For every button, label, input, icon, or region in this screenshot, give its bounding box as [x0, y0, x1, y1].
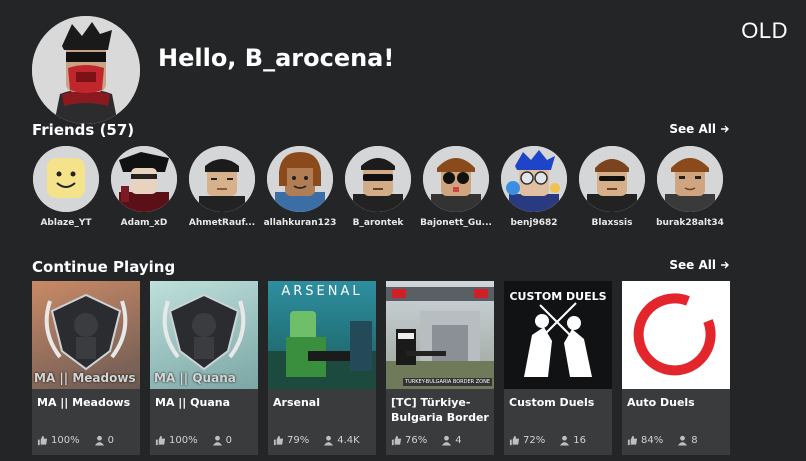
friends-list: Ablaze_YT Adam_xD AhmetRauf... allahkura… [32, 146, 724, 228]
game-stats: 79% 4.4K [268, 429, 376, 446]
arrow-right-icon [720, 260, 730, 270]
game-thumbnail[interactable]: CUSTOM DUELS [504, 281, 612, 389]
game-thumbnail-text: ARSENAL [281, 284, 363, 299]
game-rating: 100% [51, 435, 80, 446]
game-thumbnail[interactable]: MA || Meadows [32, 281, 140, 389]
game-title: [TC] Türkiye-Bulgaria Border [391, 396, 489, 424]
thumbs-up-icon [273, 435, 284, 446]
game-card[interactable]: MA || Meadows MA || Meadows 100% 0 [32, 281, 140, 455]
friend-item[interactable]: Adam_xD [110, 146, 178, 228]
game-thumbnail-text: MA || Meadows [34, 371, 136, 385]
game-stats: 84% 8 [622, 429, 730, 446]
friends-see-all-link[interactable]: See All [669, 122, 730, 136]
game-card[interactable]: MA || Quana MA || Quana 100% 0 [150, 281, 258, 455]
arrow-right-icon [720, 124, 730, 134]
game-rating: 76% [405, 435, 428, 446]
game-stats: 76% 4 [386, 429, 494, 446]
friend-avatar[interactable] [189, 146, 255, 212]
thumbs-up-icon [509, 435, 520, 446]
friend-name: Blaxssis [591, 218, 633, 228]
friend-name: benj9682 [510, 218, 558, 228]
player-icon [212, 435, 223, 446]
friend-item[interactable]: benj9682 [500, 146, 568, 228]
friend-item[interactable]: Ablaze_YT [32, 146, 100, 228]
friend-item[interactable]: Blaxssis [578, 146, 646, 228]
friend-name: Adam_xD [120, 218, 168, 228]
friend-item[interactable]: AhmetRauf... [188, 146, 256, 228]
friend-avatar[interactable] [501, 146, 567, 212]
game-title: Custom Duels [509, 396, 595, 409]
continue-playing-see-all-label: See All [669, 258, 716, 272]
continue-playing-see-all-link[interactable]: See All [669, 258, 730, 272]
friend-item[interactable]: allahkuran123 [264, 146, 336, 228]
game-card[interactable]: CUSTOM DUELS Custom Duels 72% 16 [504, 281, 612, 455]
player-icon [441, 435, 452, 446]
game-rating: 79% [287, 435, 310, 446]
game-player-count: 8 [691, 435, 698, 446]
game-player-count: 16 [573, 435, 586, 446]
thumbs-up-icon [37, 435, 48, 446]
friend-avatar[interactable] [111, 146, 177, 212]
game-thumbnail-text: TURKEY-BULGARIA BORDER ZONE [403, 378, 492, 386]
friend-name: Bajonett_Gu... [420, 218, 492, 228]
friend-item[interactable]: Bajonett_Gu... [420, 146, 492, 228]
friend-avatar[interactable] [267, 146, 333, 212]
thumbs-up-icon [627, 435, 638, 446]
game-thumbnail[interactable]: TURKEY-BULGARIA BORDER ZONE [386, 281, 494, 389]
player-icon [677, 435, 688, 446]
game-player-count: 4.4K [337, 435, 360, 446]
game-card[interactable]: ARSENAL Arsenal 79% 4.4K [268, 281, 376, 455]
game-rating: 72% [523, 435, 546, 446]
friend-item[interactable]: B_arontek [344, 146, 412, 228]
game-player-count: 0 [225, 435, 232, 446]
game-player-count: 0 [107, 435, 114, 446]
friend-name: burak28alt34 [656, 218, 724, 228]
friends-see-all-label: See All [669, 122, 716, 136]
friend-name: B_arontek [352, 218, 404, 228]
game-thumbnail[interactable] [622, 281, 730, 389]
game-rating: 84% [641, 435, 664, 446]
continue-playing-title: Continue Playing [32, 258, 176, 276]
game-stats: 100% 0 [32, 429, 140, 446]
player-icon [94, 435, 105, 446]
profile-avatar[interactable] [32, 16, 140, 124]
game-player-count: 4 [455, 435, 462, 446]
game-thumbnail[interactable]: ARSENAL [268, 281, 376, 389]
game-title: MA || Quana [155, 396, 231, 409]
game-title: Arsenal [273, 396, 320, 409]
player-icon [559, 435, 570, 446]
game-title: Auto Duels [627, 396, 695, 409]
friend-avatar[interactable] [33, 146, 99, 212]
games-list: MA || Meadows MA || Meadows 100% 0 MA ||… [32, 281, 730, 455]
game-stats: 72% 16 [504, 429, 612, 446]
player-icon [323, 435, 334, 446]
game-card[interactable]: Auto Duels 84% 8 [622, 281, 730, 455]
friend-avatar[interactable] [423, 146, 489, 212]
friend-avatar[interactable] [657, 146, 723, 212]
thumbs-up-icon [155, 435, 166, 446]
greeting-heading: Hello, B_arocena! [158, 44, 395, 72]
game-thumbnail-text: CUSTOM DUELS [509, 290, 607, 303]
game-stats: 100% 0 [150, 429, 258, 446]
game-thumbnail-text: MA || Quana [154, 371, 236, 385]
thumbs-up-icon [391, 435, 402, 446]
friend-name: AhmetRauf... [188, 218, 256, 228]
game-rating: 100% [169, 435, 198, 446]
game-thumbnail[interactable]: MA || Quana [150, 281, 258, 389]
friend-name: Ablaze_YT [40, 218, 92, 228]
game-card[interactable]: TURKEY-BULGARIA BORDER ZONE [TC] Türkiye… [386, 281, 494, 455]
friend-name: allahkuran123 [263, 218, 337, 228]
old-label: OLD [741, 18, 788, 43]
friends-section-title: Friends (57) [32, 121, 135, 139]
friend-item[interactable]: burak28alt34 [656, 146, 724, 228]
game-title: MA || Meadows [37, 396, 131, 409]
friend-avatar[interactable] [345, 146, 411, 212]
friend-avatar[interactable] [579, 146, 645, 212]
